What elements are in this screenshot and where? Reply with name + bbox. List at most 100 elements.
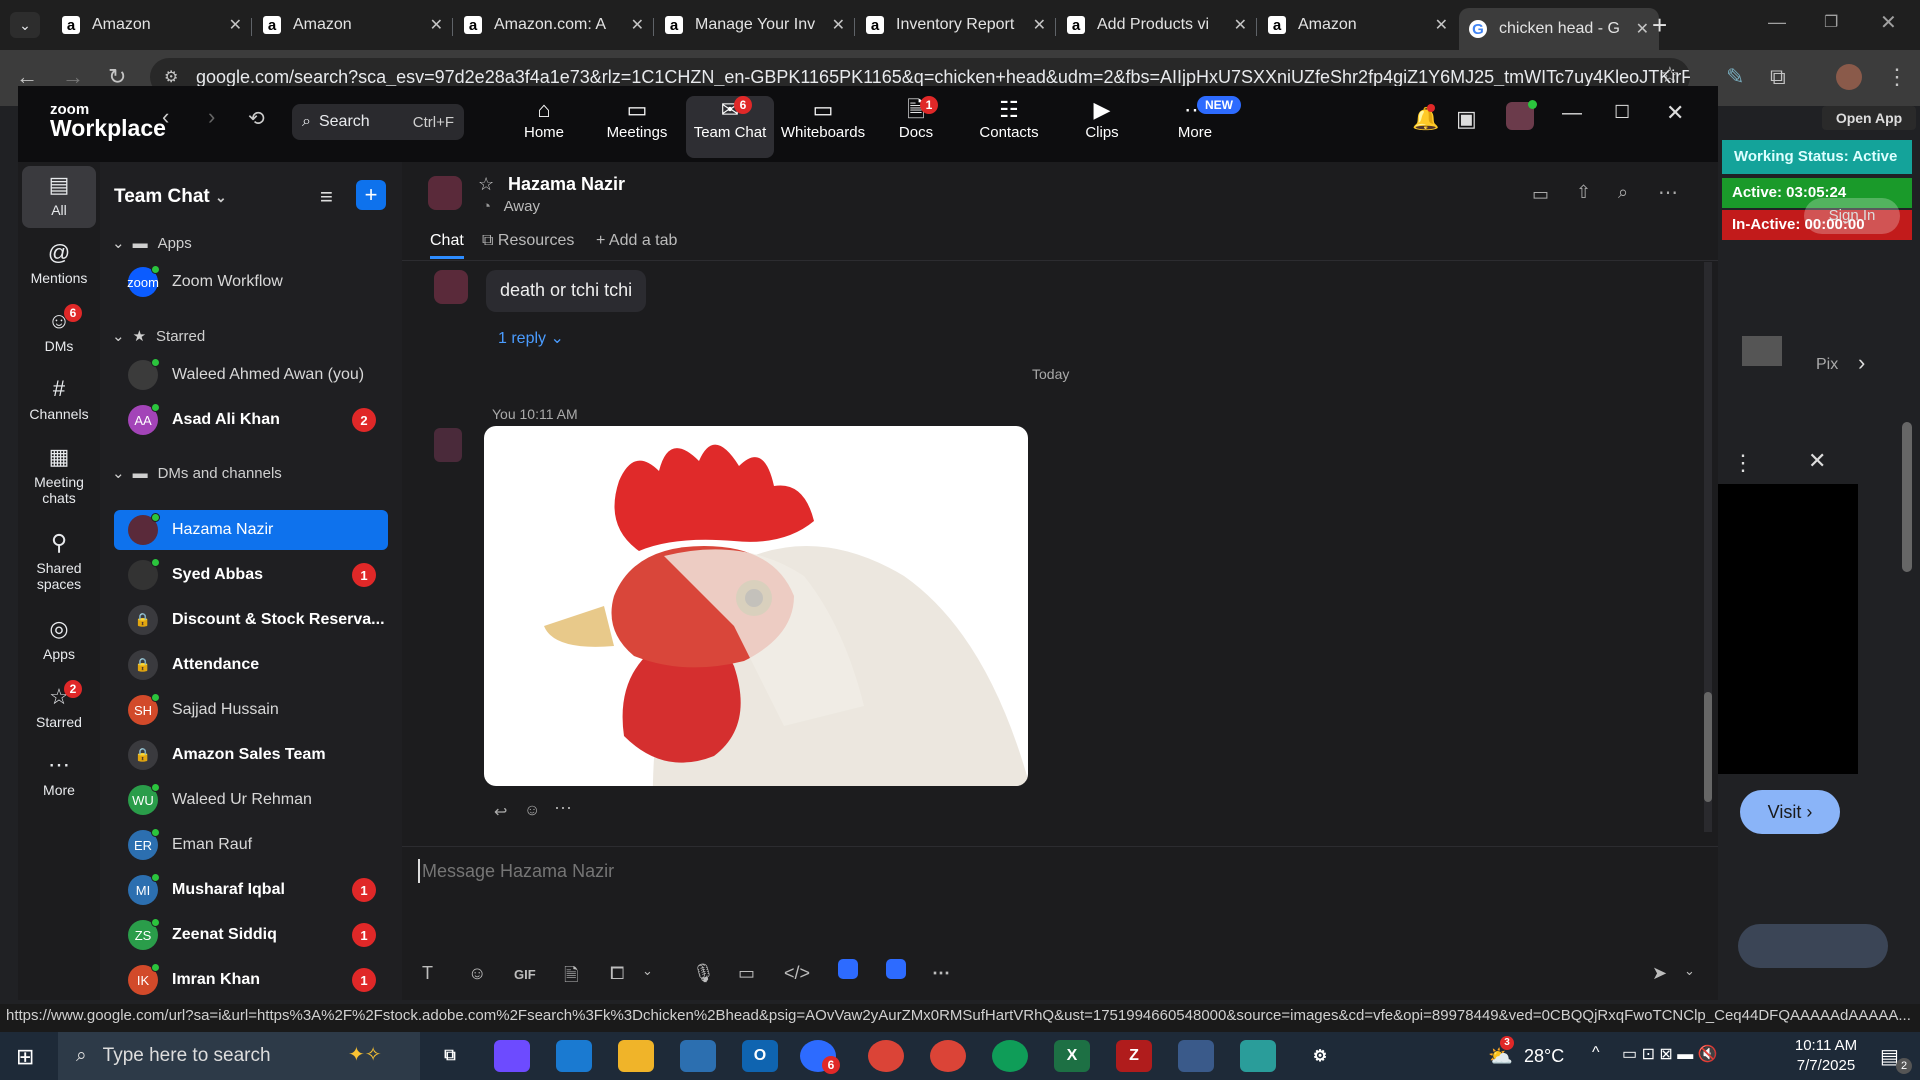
- calculator-icon[interactable]: [1178, 1040, 1214, 1072]
- emoji-icon[interactable]: ☺: [468, 963, 486, 984]
- send-icon[interactable]: ➤: [1652, 963, 1667, 984]
- list-item[interactable]: SH Sajjad Hussain: [114, 690, 388, 730]
- open-app-button[interactable]: Open App: [1822, 106, 1916, 130]
- list-item[interactable]: Waleed Ahmed Awan (you): [114, 355, 388, 395]
- close-tab-icon[interactable]: ✕: [430, 15, 443, 35]
- browser-tab[interactable]: a Amazon.com: A ✕: [454, 8, 654, 42]
- profile-avatar[interactable]: [1836, 64, 1862, 90]
- chat-scroll-thumb[interactable]: [1704, 692, 1712, 802]
- tray-chevron-icon[interactable]: ^: [1592, 1044, 1600, 1062]
- rail-meeting-chats[interactable]: ▦ Meeting chats: [22, 438, 96, 518]
- rail-shared-spaces[interactable]: ⚲ Shared spaces: [22, 524, 96, 604]
- reply-link[interactable]: 1 reply ⌄: [498, 328, 564, 348]
- browser-tab[interactable]: a Manage Your Inv ✕: [655, 8, 855, 42]
- video-message-icon[interactable]: ▭: [738, 963, 755, 984]
- contact-name[interactable]: Hazama Nazir: [508, 174, 625, 195]
- chicken-head-image[interactable]: [484, 426, 1028, 786]
- tray-icons[interactable]: ▭ ⊡ ⊠ ▬ 🔇: [1622, 1044, 1718, 1064]
- chevron-down-icon[interactable]: ⌄: [642, 963, 653, 979]
- attach-file-icon[interactable]: 🗎: [564, 963, 578, 993]
- windows-start-icon[interactable]: ⊞: [16, 1044, 34, 1070]
- close-window-icon[interactable]: ✕: [1880, 10, 1897, 35]
- nav-clips[interactable]: ▶ Clips: [1058, 96, 1146, 141]
- microphone-icon[interactable]: 🎙: [692, 963, 715, 984]
- rail-starred[interactable]: ☆ Starred 2: [22, 678, 96, 740]
- list-item[interactable]: Syed Abbas 1: [114, 555, 388, 595]
- reply-thread-icon[interactable]: ↩: [494, 802, 507, 822]
- browser-tab[interactable]: a Inventory Report ✕: [856, 8, 1056, 42]
- history-icon[interactable]: ⟲: [248, 106, 265, 131]
- search-chat-icon[interactable]: ⌕: [1618, 182, 1628, 203]
- star-contact-icon[interactable]: ☆: [478, 174, 494, 195]
- list-item[interactable]: ER Eman Rauf: [114, 825, 388, 865]
- back-arrow-icon[interactable]: ‹: [162, 104, 169, 130]
- restore-window-icon[interactable]: ❐: [1824, 12, 1838, 32]
- close-tab-icon[interactable]: ✕: [1033, 15, 1046, 35]
- browser-tab[interactable]: Gchicken head - G ✕: [1459, 8, 1659, 50]
- zoom-search[interactable]: ⌕ Search Ctrl+F: [292, 104, 464, 140]
- rail-all[interactable]: ▤ All: [22, 166, 96, 228]
- chevron-right-icon[interactable]: ›: [1858, 350, 1865, 376]
- video-preview[interactable]: [1718, 484, 1858, 774]
- minimize-window-icon[interactable]: —: [1768, 12, 1786, 33]
- bookmark-star-icon[interactable]: ☆: [1660, 62, 1680, 88]
- format-text-icon[interactable]: T: [422, 963, 433, 984]
- list-item[interactable]: IK Imran Khan 1: [114, 960, 388, 1000]
- calendar-icon[interactable]: ▣: [1456, 106, 1477, 132]
- clock[interactable]: 10:11 AM 7/7/2025: [1778, 1036, 1874, 1076]
- excel-icon[interactable]: X: [1054, 1040, 1090, 1072]
- list-item[interactable]: Hazama Nazir: [114, 510, 388, 550]
- new-tab-icon[interactable]: +: [1652, 10, 1667, 41]
- browser-tab[interactable]: a Amazon ✕: [52, 8, 252, 42]
- sidebar-title[interactable]: Team Chat ⌄: [114, 186, 227, 208]
- more-tools-icon[interactable]: ⋯: [932, 963, 950, 984]
- app-icon[interactable]: [1240, 1040, 1276, 1072]
- close-tab-icon[interactable]: ✕: [631, 15, 644, 35]
- message-input[interactable]: [422, 857, 1622, 885]
- task-view-icon[interactable]: ⧉: [432, 1040, 468, 1072]
- chrome-2-icon[interactable]: [992, 1040, 1028, 1072]
- share-screen-icon[interactable]: ⇧: [1576, 182, 1591, 203]
- list-item[interactable]: AA Asad Ali Khan 2: [114, 400, 388, 440]
- nav-more[interactable]: ⋯ More NEW: [1151, 96, 1241, 141]
- weather-temp[interactable]: 28°C: [1524, 1046, 1564, 1067]
- sign-in-button[interactable]: Sign In: [1804, 198, 1900, 234]
- message-bubble[interactable]: death or tchi tchi: [486, 270, 647, 312]
- section-apps[interactable]: ⌄ ▬ Apps: [112, 234, 192, 253]
- forward-arrow-icon[interactable]: ›: [208, 104, 215, 130]
- code-snippet-icon[interactable]: </>: [784, 963, 810, 984]
- send-options-icon[interactable]: ⌄: [1684, 963, 1695, 979]
- close-tab-icon[interactable]: ✕: [229, 15, 242, 35]
- list-item[interactable]: WU Waleed Ur Rehman: [114, 780, 388, 820]
- close-panel-icon[interactable]: ✕: [1808, 448, 1826, 474]
- browser-tab[interactable]: a Add Products vi ✕: [1057, 8, 1257, 42]
- copilot-icon[interactable]: [494, 1040, 530, 1072]
- list-item[interactable]: 🔒 Attendance: [114, 645, 388, 685]
- nav-home[interactable]: ⌂ Home: [500, 96, 588, 141]
- tab-add[interactable]: + Add a tab: [596, 232, 677, 250]
- store-icon[interactable]: [680, 1040, 716, 1072]
- filezilla-icon[interactable]: Z: [1116, 1040, 1152, 1072]
- close-tab-icon[interactable]: ✕: [1636, 19, 1649, 39]
- close-tab-icon[interactable]: ✕: [1435, 15, 1448, 35]
- kebab-menu-icon[interactable]: ⋮: [1732, 450, 1754, 476]
- video-call-icon[interactable]: ▭: [1532, 184, 1549, 205]
- message-more-icon[interactable]: ⋯: [554, 798, 572, 819]
- tab-search-icon[interactable]: ⌄: [10, 12, 40, 38]
- contact-avatar[interactable]: [428, 176, 462, 210]
- chat-scrollbar[interactable]: [1704, 262, 1712, 832]
- edge-icon[interactable]: [556, 1040, 592, 1072]
- list-item[interactable]: 🔒 Amazon Sales Team: [114, 735, 388, 775]
- app-shortcut-icon[interactable]: [838, 959, 858, 979]
- add-reaction-icon[interactable]: ☺: [524, 802, 540, 820]
- nav-docs[interactable]: 🗎 Docs 1: [872, 96, 960, 141]
- notifications-icon[interactable]: 🔔: [1412, 106, 1439, 132]
- visit-button[interactable]: Visit ›: [1740, 790, 1840, 834]
- tab-chat[interactable]: Chat: [430, 232, 464, 259]
- list-item[interactable]: MI Musharaf Iqbal 1: [114, 870, 388, 910]
- site-info-icon[interactable]: ⚙: [164, 67, 178, 87]
- rail-apps[interactable]: ◎ Apps: [22, 610, 96, 672]
- extension-icon[interactable]: ✎: [1726, 64, 1744, 90]
- nav-team-chat[interactable]: ✉ Team Chat 6: [686, 96, 774, 158]
- nav-whiteboards[interactable]: ▭ Whiteboards: [779, 96, 867, 141]
